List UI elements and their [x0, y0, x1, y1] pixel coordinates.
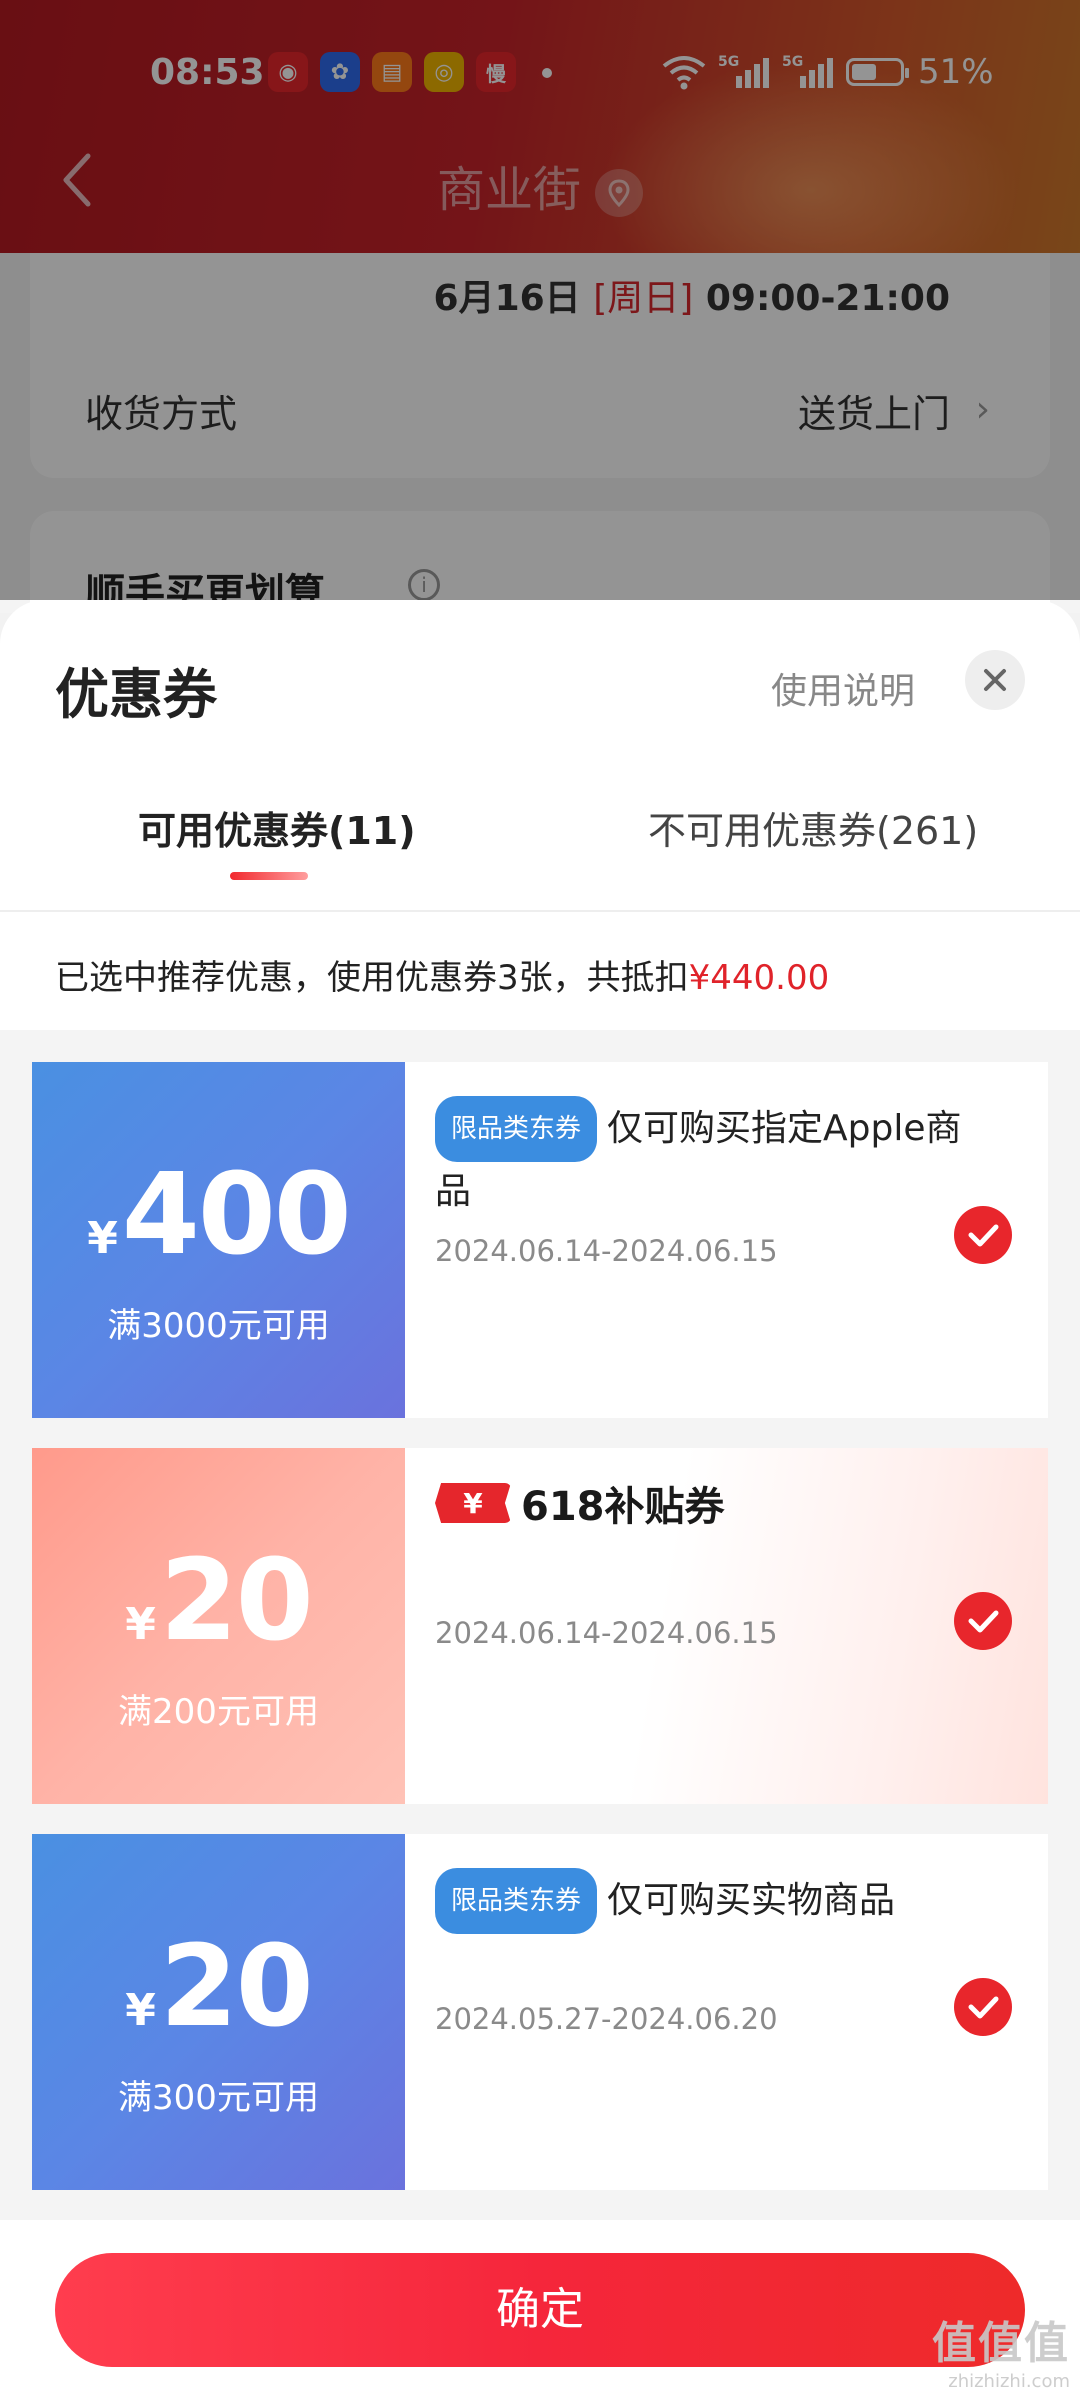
coupon-list: ¥400 满3000元可用 限品类东券 仅可购买指定Apple商品 2024.06…	[0, 1030, 1080, 2220]
tab-available[interactable]: 可用优惠券(11)	[138, 800, 416, 855]
coupon-date-range: 2024.06.14-2024.06.15	[435, 1616, 778, 1650]
yen-ticket-icon: ¥	[435, 1483, 511, 1523]
coupon-amount-value: 20	[159, 1922, 314, 2052]
usage-instructions-link[interactable]: 使用说明	[771, 662, 915, 714]
coupon-amount-value: 20	[159, 1536, 314, 1666]
coupon-card[interactable]: ¥20 满300元可用 限品类东券 仅可购买实物商品 2024.05.27-202…	[32, 1834, 1048, 2190]
coupon-amount: ¥20	[32, 1536, 405, 1666]
coupon-condition: 满200元可用	[118, 1692, 319, 1732]
coupon-card[interactable]: ¥400 满3000元可用 限品类东券 仅可购买指定Apple商品 2024.06…	[32, 1062, 1048, 1418]
subsidy-badge: ¥ 618补贴券	[435, 1480, 725, 1530]
currency-symbol: ¥	[125, 1985, 156, 2036]
coupon-card[interactable]: ¥20 满200元可用 ¥ 618补贴券 2024.06.14-2024.06.…	[32, 1448, 1048, 1804]
active-tab-indicator	[230, 872, 308, 880]
confirm-button[interactable]: 确定	[55, 2253, 1025, 2367]
coupon-sheet: 优惠券 使用说明 可用优惠券(11) 不可用优惠券(261) 已选中推荐优惠，使…	[0, 600, 1080, 2400]
watermark: 值值值 zhizhizhi.com	[932, 2307, 1070, 2392]
modal-overlay[interactable]	[0, 0, 1080, 600]
selected-check-icon[interactable]	[954, 1206, 1012, 1264]
coupon-description: 限品类东券 仅可购买实物商品	[435, 1868, 975, 1934]
selected-check-icon[interactable]	[954, 1592, 1012, 1650]
tab-unavailable[interactable]: 不可用优惠券(261)	[648, 800, 978, 855]
coupon-detail-panel: 限品类东券 仅可购买实物商品 2024.05.27-2024.06.20	[405, 1834, 1048, 2190]
coupon-type-tag: 限品类东券	[435, 1868, 598, 1934]
watermark-url: zhizhizhi.com	[948, 2371, 1070, 2392]
close-icon	[984, 669, 1006, 691]
summary-amount: ¥440.00	[688, 958, 830, 998]
currency-symbol: ¥	[125, 1599, 156, 1650]
coupon-condition: 满3000元可用	[107, 1306, 330, 1346]
coupon-condition: 满300元可用	[118, 2078, 319, 2118]
selected-check-icon[interactable]	[954, 1978, 1012, 2036]
summary-text: 已选中推荐优惠，使用优惠券3张，共抵扣	[55, 958, 689, 998]
subsidy-badge-text: 618补贴券	[521, 1484, 725, 1530]
coupon-amount-value: 400	[121, 1150, 352, 1280]
close-button[interactable]	[965, 650, 1025, 710]
coupon-value-panel: ¥20 满200元可用	[32, 1448, 405, 1804]
coupon-detail-panel: 限品类东券 仅可购买指定Apple商品 2024.06.14-2024.06.15	[405, 1062, 1048, 1418]
coupon-value-panel: ¥400 满3000元可用	[32, 1062, 405, 1418]
coupon-amount: ¥400	[32, 1150, 405, 1280]
selection-summary: 已选中推荐优惠，使用优惠券3张，共抵扣¥440.00	[55, 950, 829, 999]
coupon-type-tag: 限品类东券	[435, 1096, 598, 1162]
currency-symbol: ¥	[87, 1213, 118, 1264]
coupon-date-range: 2024.05.27-2024.06.20	[435, 2002, 778, 2036]
coupon-description-text: 仅可购买实物商品	[607, 1880, 896, 1921]
coupon-description: 限品类东券 仅可购买指定Apple商品	[435, 1096, 975, 1221]
coupon-date-range: 2024.06.14-2024.06.15	[435, 1234, 778, 1268]
sheet-title: 优惠券	[55, 663, 217, 726]
watermark-logo-text: 值值值	[932, 2318, 1070, 2369]
coupon-tabs: 可用优惠券(11) 不可用优惠券(261)	[0, 800, 1080, 910]
coupon-value-panel: ¥20 满300元可用	[32, 1834, 405, 2190]
tabs-divider	[0, 910, 1080, 912]
coupon-detail-panel: ¥ 618补贴券 2024.06.14-2024.06.15	[405, 1448, 1048, 1804]
coupon-amount: ¥20	[32, 1922, 405, 2052]
